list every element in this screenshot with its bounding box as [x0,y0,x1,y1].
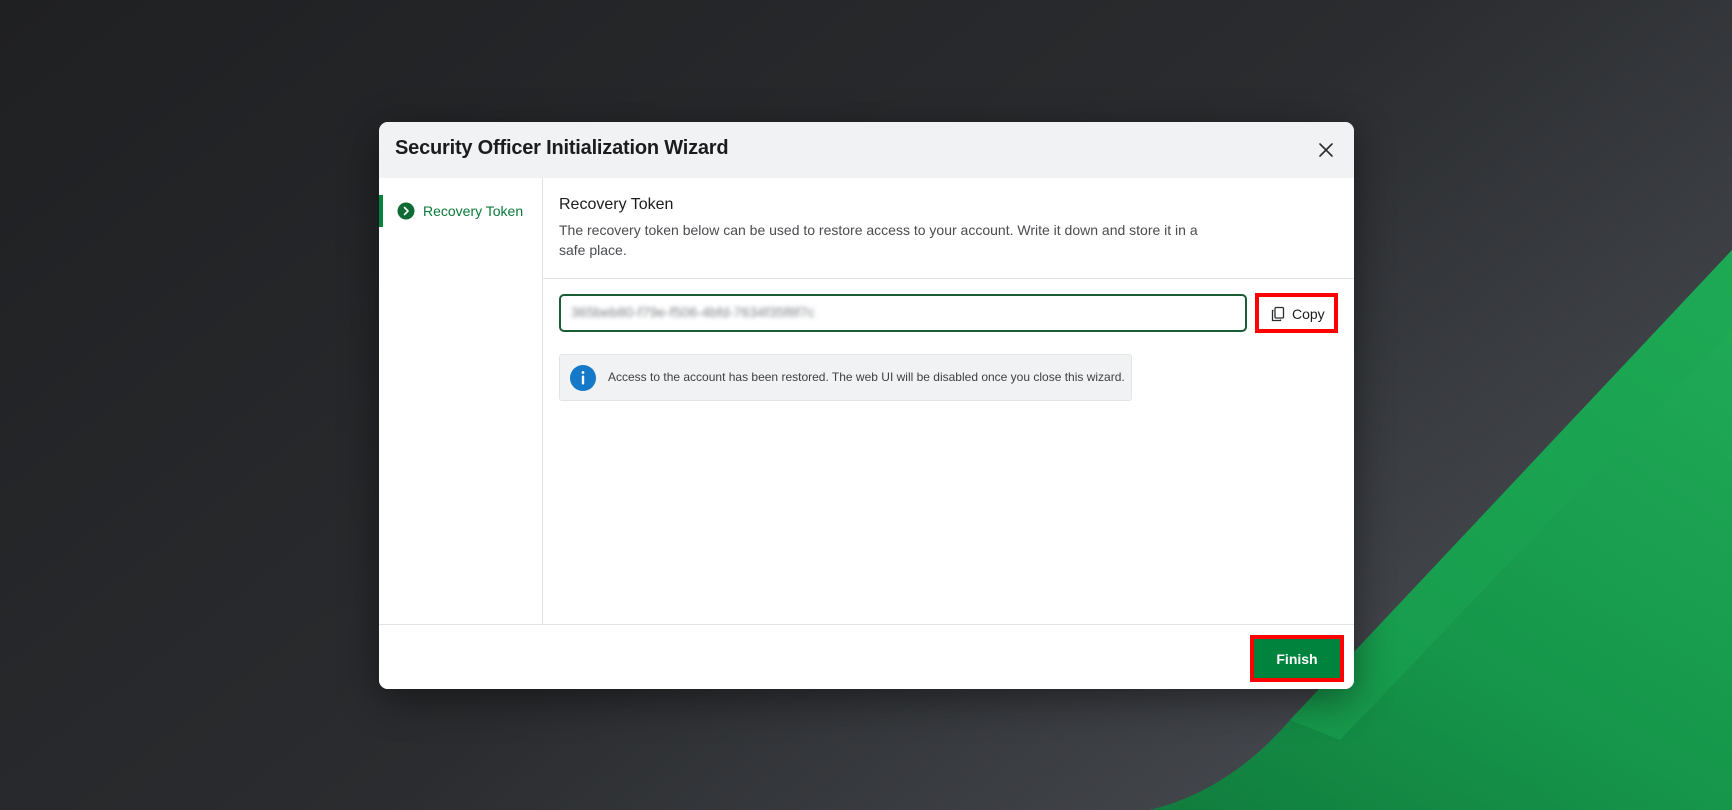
info-message: Access to the account has been restored.… [608,370,1125,384]
dialog-title: Security Officer Initialization Wizard [395,137,729,159]
finish-label: Finish [1276,651,1318,667]
recovery-token-input[interactable] [559,294,1247,332]
chevron-right-circle-icon [397,202,415,220]
close-button[interactable] [1312,136,1340,164]
wizard-dialog: Security Officer Initialization Wizard R… [379,122,1354,689]
dialog-footer: Finish [379,624,1354,689]
copy-button[interactable]: Copy [1255,293,1338,333]
copy-icon [1271,306,1285,322]
copy-label: Copy [1292,306,1325,322]
wizard-steps-sidebar: Recovery Token [379,178,543,624]
wizard-content: Recovery Token The recovery token below … [543,178,1354,624]
info-icon [570,365,596,391]
info-notification: Access to the account has been restored.… [559,354,1132,401]
step-label: Recovery Token [423,203,524,219]
step-recovery-token[interactable]: Recovery Token [379,195,542,227]
section-description: The recovery token below can be used to … [559,222,1198,258]
dialog-header: Security Officer Initialization Wizard [379,122,1354,178]
section-header: Recovery Token The recovery token below … [543,178,1354,279]
finish-button[interactable]: Finish [1250,635,1344,682]
active-step-indicator [379,195,383,227]
section-title: Recovery Token [559,196,674,213]
close-icon [1319,143,1333,157]
